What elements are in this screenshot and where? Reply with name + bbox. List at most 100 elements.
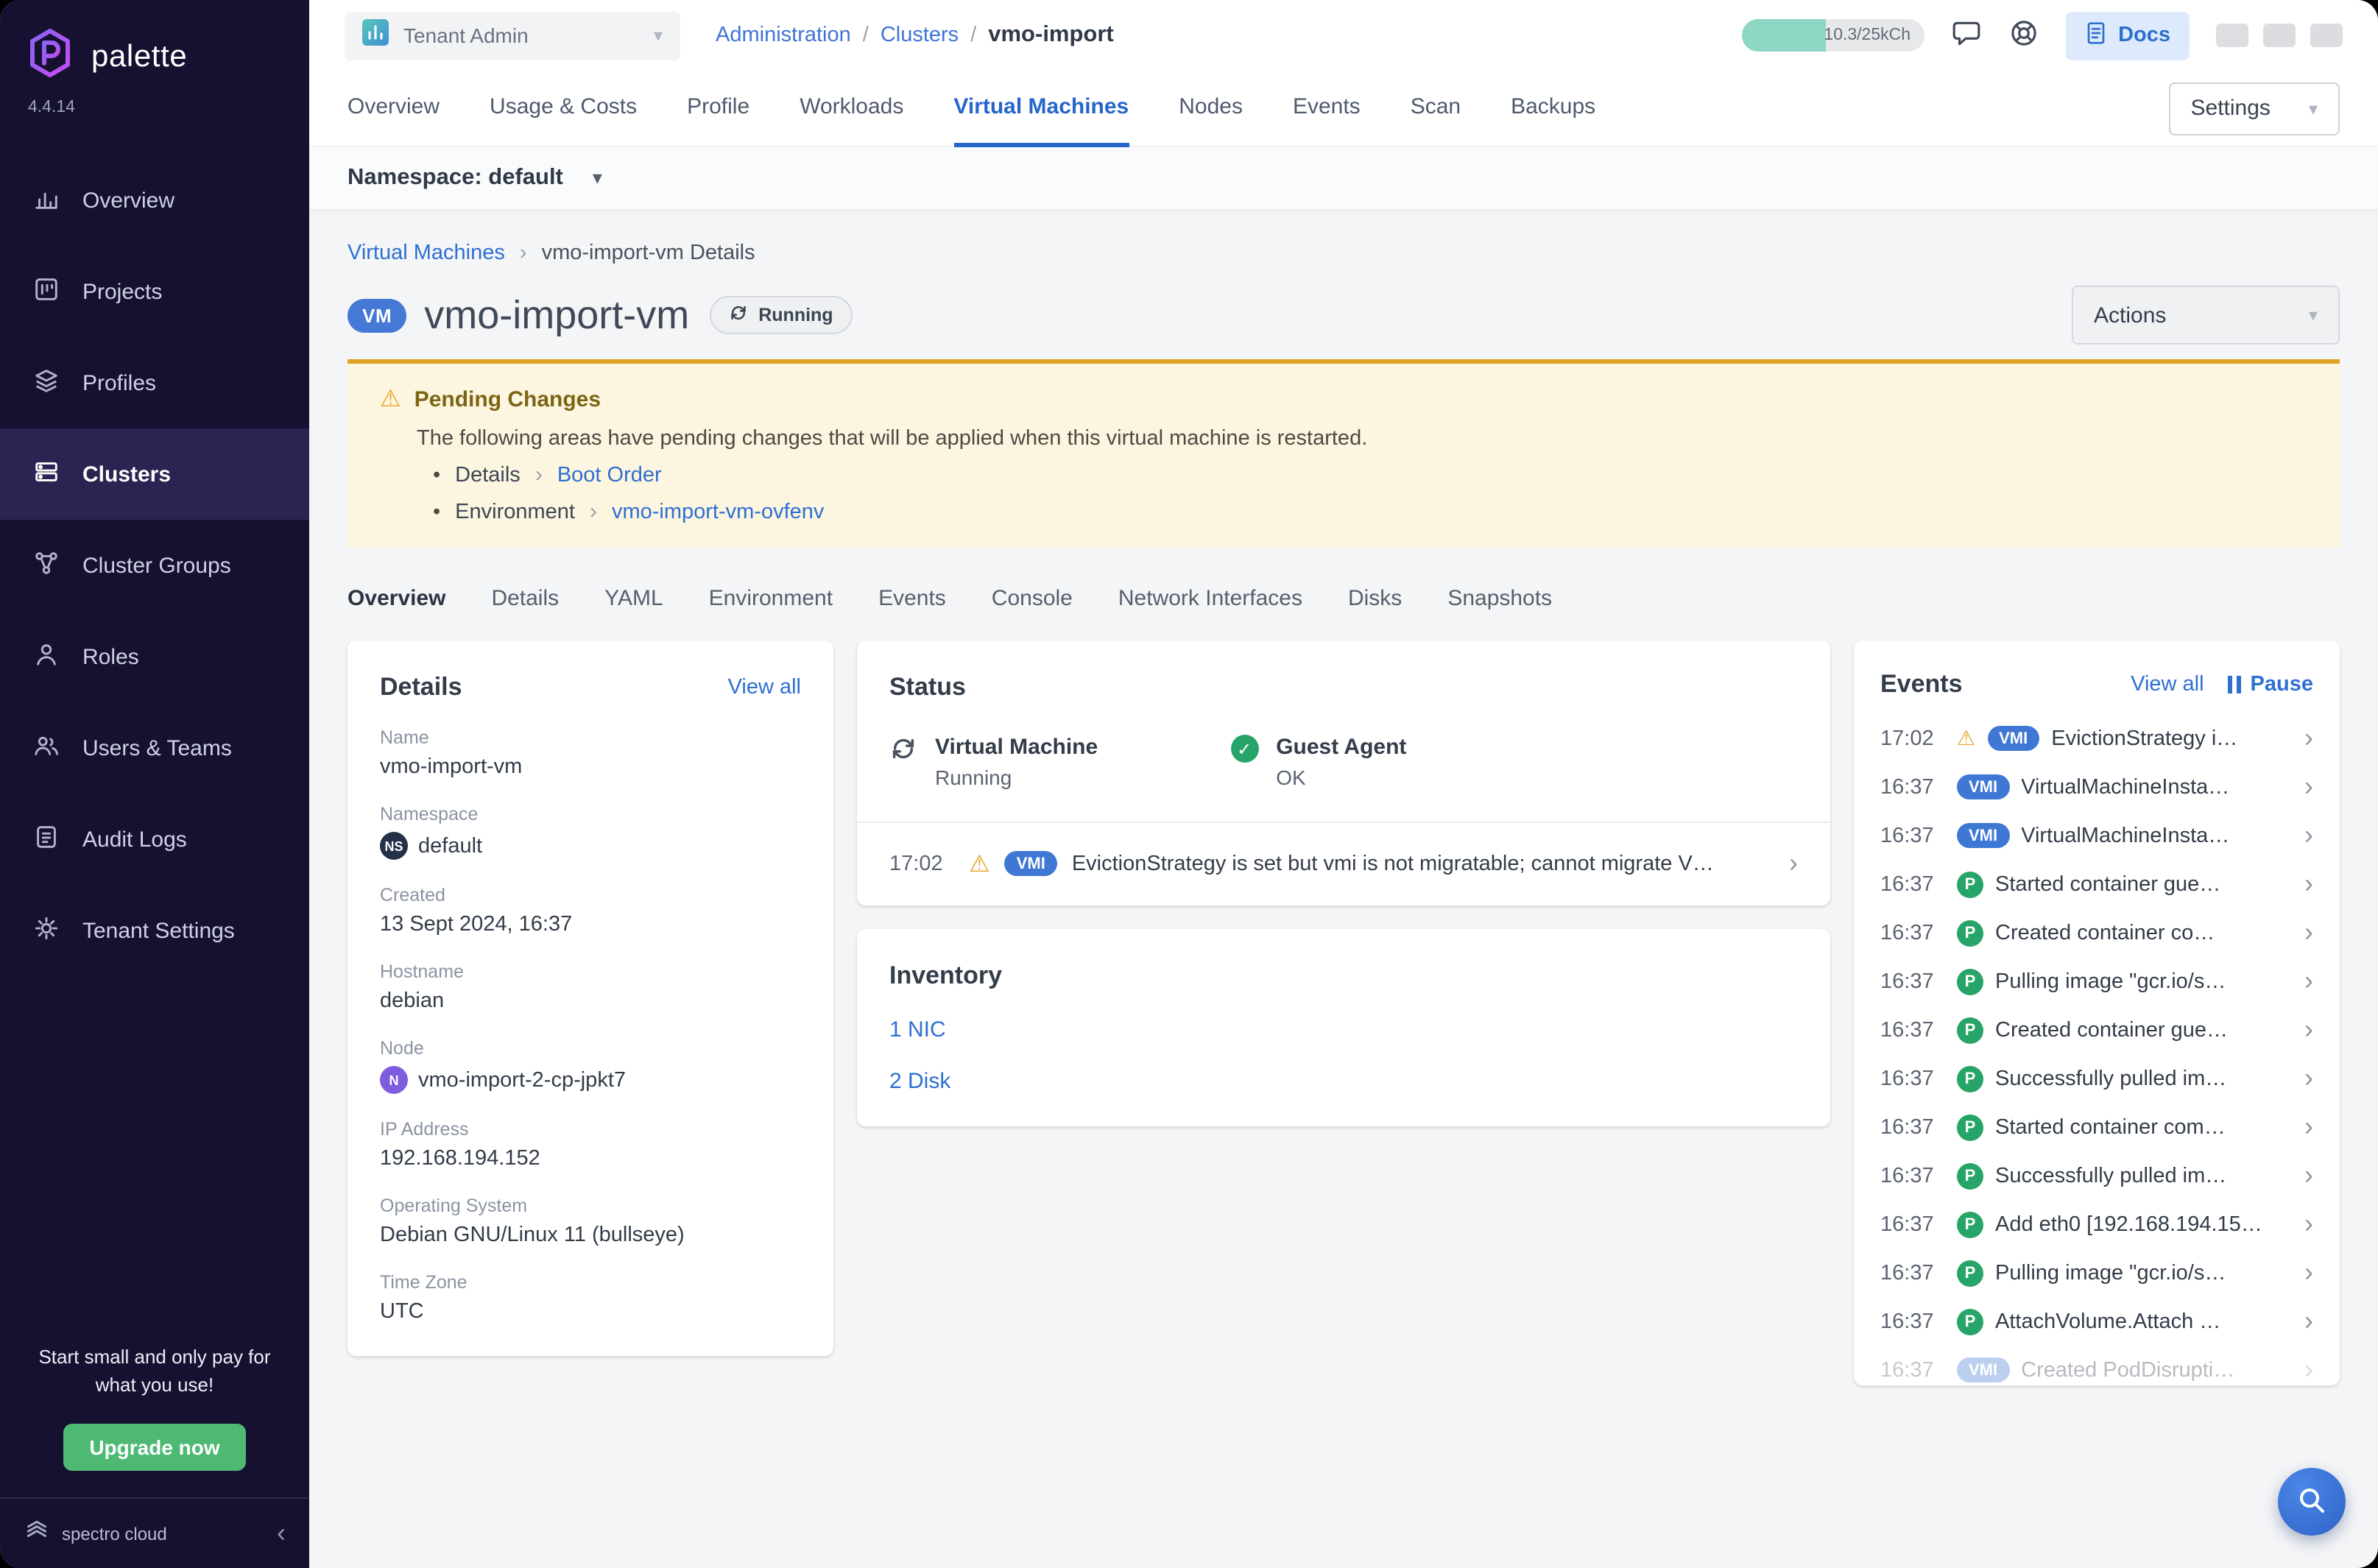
event-time: 16:37 [1880, 970, 1945, 993]
vm-tab-disks[interactable]: Disks [1348, 586, 1402, 611]
event-row[interactable]: 16:37 P Started container com… › [1880, 1103, 2313, 1151]
sidebar-item-audit-logs[interactable]: Audit Logs [0, 794, 309, 885]
toolbar-extra-icon[interactable] [2310, 24, 2343, 47]
vm-title: vmo-import-vm [424, 292, 689, 338]
sidebar-item-profiles[interactable]: Profiles [0, 337, 309, 428]
vmi-badge: VMI [1005, 851, 1057, 876]
sidebar-item-projects[interactable]: Projects [0, 246, 309, 337]
usage-meter-label: 10.3/25kCh [1824, 19, 1910, 52]
namespace-caret-icon[interactable]: ▾ [593, 166, 602, 190]
chevron-right-icon: › [535, 462, 543, 487]
sidebar-item-label: Overview [82, 188, 174, 213]
tab-overview[interactable]: Overview [347, 70, 440, 146]
vm-tab-environment[interactable]: Environment [709, 586, 833, 611]
field-time-zone: Time Zone UTC [380, 1272, 801, 1324]
breadcrumb-link-administration[interactable]: Administration [716, 24, 851, 47]
tab-nodes[interactable]: Nodes [1179, 70, 1243, 146]
event-time: 16:37 [1880, 1115, 1945, 1139]
toolbar-extra-icon[interactable] [2216, 24, 2248, 47]
event-row[interactable]: 16:37 VMI Created PodDisrupti… › [1880, 1346, 2313, 1385]
pause-button[interactable]: Pause [2228, 673, 2313, 696]
vm-tab-console[interactable]: Console [992, 586, 1073, 611]
vm-tab-details[interactable]: Details [491, 586, 559, 611]
event-row[interactable]: 16:37 P Created container gue… › [1880, 1006, 2313, 1054]
details-title: Details [380, 673, 462, 702]
breadcrumb-vm-link[interactable]: Virtual Machines [347, 241, 505, 265]
field-value: 192.168.194.152 [380, 1147, 801, 1170]
users-icon [32, 731, 60, 765]
breadcrumb-link-clusters[interactable]: Clusters [881, 24, 959, 47]
field-namespace: Namespace NS default [380, 804, 801, 860]
event-row[interactable]: 16:37 P Add eth0 [192.168.194.15… › [1880, 1200, 2313, 1249]
toolbar-extra-icon[interactable] [2263, 24, 2296, 47]
search-fab[interactable] [2278, 1468, 2346, 1536]
sidebar-item-tenant-settings[interactable]: Tenant Settings [0, 885, 309, 976]
status-entry-value: OK [1276, 766, 1406, 789]
warning-icon: ⚠ [1957, 726, 1975, 751]
sidebar-item-users-teams[interactable]: Users & Teams [0, 702, 309, 794]
chat-button[interactable] [1950, 18, 1981, 53]
upgrade-button[interactable]: Upgrade now [63, 1424, 246, 1471]
settings-button[interactable]: Settings ▾ [2169, 82, 2340, 135]
docs-button[interactable]: Docs [2065, 11, 2190, 60]
help-button[interactable] [2008, 18, 2039, 53]
tab-virtual-machines[interactable]: Virtual Machines [953, 70, 1129, 146]
clusters-icon [32, 457, 60, 491]
caret-down-icon: ▾ [2309, 98, 2318, 119]
vm-tab-overview[interactable]: Overview [347, 586, 445, 611]
vm-tab-snapshots[interactable]: Snapshots [1447, 586, 1552, 611]
tab-scan[interactable]: Scan [1411, 70, 1461, 146]
field-node: Node N vmo-import-2-cp-jpkt7 [380, 1038, 801, 1094]
status-entry-label: Guest Agent [1276, 735, 1406, 760]
field-operating-system: Operating System Debian GNU/Linux 11 (bu… [380, 1196, 801, 1247]
actions-button[interactable]: Actions ▾ [2072, 286, 2340, 345]
sidebar-nav: Overview Projects Profiles Clusters Clus… [0, 155, 309, 976]
boot-order-link[interactable]: Boot Order [557, 463, 662, 487]
collapse-sidebar-icon[interactable]: ‹ [277, 1518, 286, 1549]
node-badge: N [380, 1066, 408, 1094]
vmi-badge: VMI [1957, 774, 2009, 799]
sidebar-item-overview[interactable]: Overview [0, 155, 309, 246]
vm-tab-events[interactable]: Events [878, 586, 946, 611]
nic-link[interactable]: 1 NIC [889, 1017, 1798, 1042]
event-row[interactable]: 16:37 P Successfully pulled im… › [1880, 1054, 2313, 1103]
tab-events[interactable]: Events [1293, 70, 1361, 146]
details-view-all-link[interactable]: View all [728, 676, 801, 699]
event-row[interactable]: 16:37 VMI VirtualMachineInsta… › [1880, 811, 2313, 860]
vm-tab-network-interfaces[interactable]: Network Interfaces [1118, 586, 1302, 611]
event-row[interactable]: 16:37 P Created container co… › [1880, 908, 2313, 957]
events-view-all-link[interactable]: View all [2131, 673, 2204, 696]
tab-profile[interactable]: Profile [687, 70, 749, 146]
vm-tab-yaml[interactable]: YAML [604, 586, 663, 611]
spectro-cloud-logo [24, 1516, 50, 1550]
sidebar-item-roles[interactable]: Roles [0, 611, 309, 702]
caret-down-icon: ▾ [654, 25, 663, 46]
event-row[interactable]: 16:37 P Pulling image "gcr.io/s… › [1880, 957, 2313, 1006]
event-row[interactable]: 16:37 P Pulling image "gcr.io/s… › [1880, 1249, 2313, 1297]
tab-workloads[interactable]: Workloads [800, 70, 903, 146]
field-label: Time Zone [380, 1272, 801, 1293]
breadcrumb-separator: / [970, 24, 976, 47]
tab-usage-costs[interactable]: Usage & Costs [490, 70, 637, 146]
status-alert-row[interactable]: 17:02 ⚠ VMI EvictionStrategy is set but … [889, 823, 1798, 879]
event-text: Created container co… [1995, 921, 2293, 944]
pending-title: Pending Changes [414, 386, 601, 412]
sidebar-item-clusters[interactable]: Clusters [0, 428, 309, 520]
event-row[interactable]: 16:37 P Successfully pulled im… › [1880, 1151, 2313, 1200]
disk-link[interactable]: 2 Disk [889, 1069, 1798, 1094]
sidebar-item-label: Clusters [82, 462, 171, 487]
tab-backups[interactable]: Backups [1511, 70, 1595, 146]
event-row[interactable]: 16:37 P AttachVolume.Attach … › [1880, 1297, 2313, 1346]
field-value: vmo-import-2-cp-jpkt7 [418, 1068, 626, 1092]
event-row[interactable]: 17:02 ⚠ VMI EvictionStrategy i… › [1880, 714, 2313, 763]
life-ring-icon [2008, 18, 2039, 53]
event-row[interactable]: 16:37 VMI VirtualMachineInsta… › [1880, 763, 2313, 811]
event-text: AttachVolume.Attach … [1995, 1310, 2293, 1333]
warning-icon: ⚠ [969, 849, 990, 878]
pod-badge: P [1957, 1114, 1983, 1140]
sidebar-item-cluster-groups[interactable]: Cluster Groups [0, 520, 309, 611]
tenant-selector[interactable]: Tenant Admin ▾ [345, 11, 680, 60]
settings-label: Settings [2191, 96, 2271, 121]
event-row[interactable]: 16:37 P Started container gue… › [1880, 860, 2313, 908]
ovfenv-link[interactable]: vmo-import-vm-ovfenv [612, 500, 824, 523]
